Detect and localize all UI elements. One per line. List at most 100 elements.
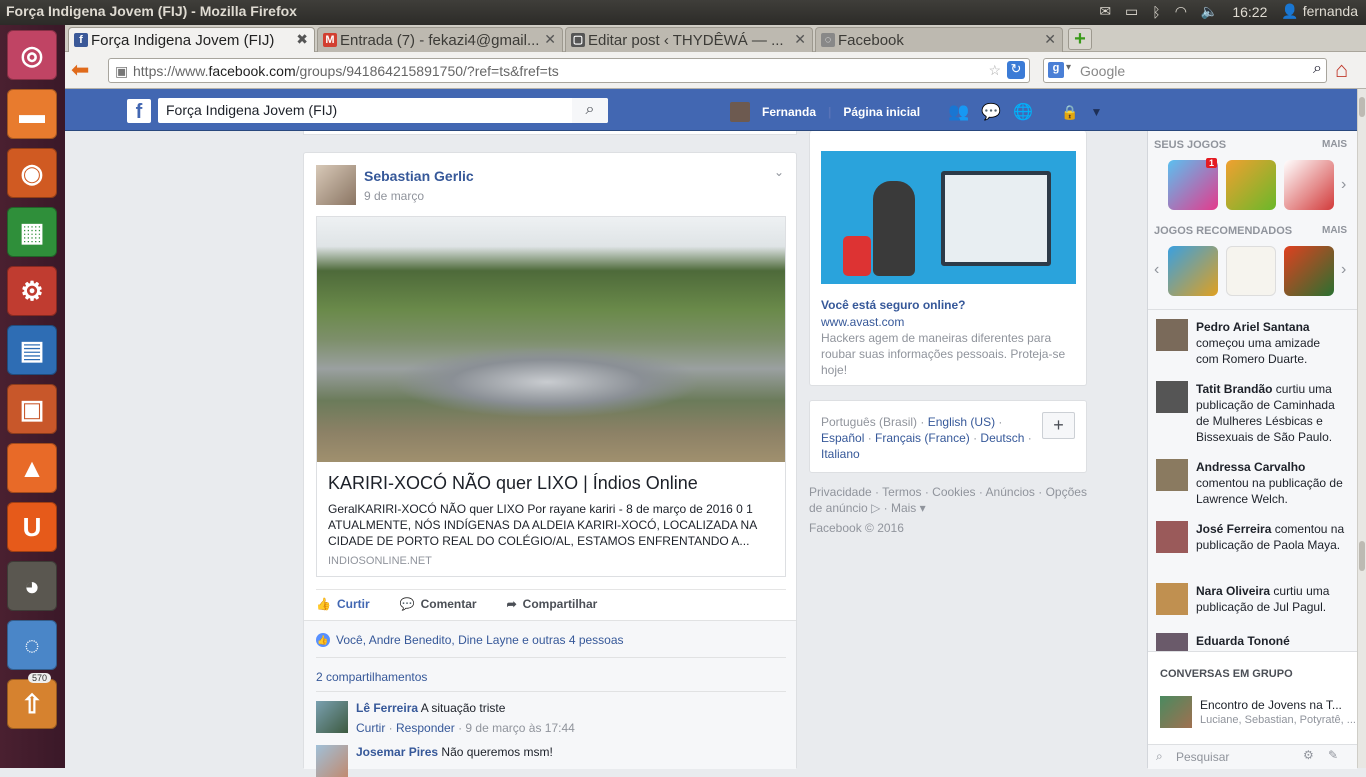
- ad-image[interactable]: [821, 151, 1076, 284]
- scrollbar-thumb[interactable]: [1359, 541, 1365, 571]
- link-title[interactable]: KARIRI-XOCÓ NÃO quer LIXO | Índios Onlin…: [328, 473, 778, 494]
- recommended-game-1[interactable]: [1168, 246, 1218, 296]
- language-link[interactable]: Español: [821, 431, 864, 445]
- chat-settings-gear-icon[interactable]: ⚙: [1303, 748, 1314, 762]
- add-language-button[interactable]: +: [1042, 412, 1075, 439]
- clock[interactable]: 16:22: [1232, 4, 1267, 20]
- scrollbar-thumb-top[interactable]: [1359, 97, 1365, 117]
- angry-birds-friends-game[interactable]: [1284, 246, 1334, 296]
- web-search-bar[interactable]: g ▾ Google ⌕: [1043, 58, 1327, 83]
- mail-icon[interactable]: ✉: [1099, 3, 1111, 20]
- language-link[interactable]: Deutsch: [980, 431, 1024, 445]
- new-tab-button[interactable]: +: [1068, 28, 1092, 50]
- monster-game[interactable]: [1226, 160, 1276, 210]
- notifications-globe-icon[interactable]: 🌐: [1013, 102, 1033, 122]
- bookmark-star-icon[interactable]: ☆: [988, 62, 1001, 79]
- likes-summary[interactable]: 👍 Você, Andre Benedito, Dine Layne e out…: [316, 633, 624, 647]
- chevron-right-icon[interactable]: ›: [1341, 261, 1346, 279]
- commenter-avatar[interactable]: [316, 745, 348, 777]
- ad-url[interactable]: www.avast.com: [821, 315, 904, 329]
- messages-icon[interactable]: 💬: [981, 102, 1001, 122]
- facebook-logo-icon[interactable]: f: [127, 99, 151, 123]
- tab-fij[interactable]: f Força Indigena Jovem (FIJ) ✖: [68, 27, 315, 52]
- comment-author[interactable]: Josemar Pires: [356, 745, 438, 759]
- bluetooth-icon[interactable]: ᛒ: [1152, 4, 1160, 20]
- comment-button[interactable]: 💬 Comentar: [400, 597, 477, 611]
- recommended-game-2[interactable]: [1226, 246, 1276, 296]
- share-button[interactable]: ➦ Compartilhar: [507, 597, 598, 611]
- language-link[interactable]: English (US): [928, 415, 995, 429]
- ticker-item[interactable]: Pedro Ariel Santana começou uma amizade …: [1156, 319, 1346, 367]
- url-bar[interactable]: ▣ https://www.facebook.com/groups/941864…: [108, 58, 1030, 83]
- language-link[interactable]: Italiano: [821, 447, 860, 461]
- footer-link[interactable]: Cookies: [932, 485, 975, 499]
- gimp-icon[interactable]: ◕: [7, 561, 57, 611]
- link-preview[interactable]: KARIRI-XOCÓ NÃO quer LIXO | Índios Onlin…: [316, 216, 786, 577]
- ticker-item[interactable]: Tatit Brandão curtiu uma publicação de C…: [1156, 381, 1346, 445]
- comment-like-link[interactable]: Curtir: [356, 721, 385, 735]
- home-link[interactable]: Página inicial: [843, 105, 920, 119]
- shares-count[interactable]: 2 compartilhamentos: [316, 670, 427, 684]
- spreadsheet-icon[interactable]: ▦: [7, 207, 57, 257]
- chevron-down-icon[interactable]: ▾: [1066, 62, 1071, 73]
- page-scrollbar[interactable]: [1357, 89, 1366, 768]
- home-icon[interactable]: ⌂: [1335, 57, 1348, 83]
- post-date[interactable]: 9 de março: [364, 189, 424, 203]
- footer-link[interactable]: Anúncios: [986, 485, 1035, 499]
- tab-wordpress[interactable]: ▢ Editar post ‹ THYDÊWÁ — ... ✕: [565, 27, 813, 52]
- close-icon[interactable]: ✖: [296, 31, 308, 48]
- tab-gmail[interactable]: M Entrada (7) - fekazi4@gmail... ✕: [317, 27, 563, 52]
- close-icon[interactable]: ✕: [1044, 31, 1056, 48]
- impress-icon[interactable]: ▣: [7, 384, 57, 434]
- writer-icon[interactable]: ▤: [7, 325, 57, 375]
- files-icon[interactable]: ▬: [7, 89, 57, 139]
- footer-link[interactable]: Privacidade: [809, 485, 872, 499]
- account-menu-chevron-icon[interactable]: ▼: [1091, 105, 1103, 119]
- author-avatar[interactable]: [316, 165, 356, 205]
- post-author[interactable]: Sebastian Gerlic: [364, 168, 474, 184]
- millionaire-city-game[interactable]: [1284, 160, 1334, 210]
- ticker-item[interactable]: Nara Oliveira curtiu uma publicação de J…: [1156, 583, 1346, 615]
- footer-link[interactable]: Termos: [882, 485, 921, 499]
- wifi-icon[interactable]: ◠: [1175, 3, 1187, 20]
- chevron-right-icon[interactable]: ›: [1341, 176, 1346, 194]
- google-icon[interactable]: g: [1048, 62, 1064, 78]
- facebook-search-input[interactable]: Força Indigena Jovem (FIJ): [158, 98, 608, 123]
- comment-time[interactable]: 9 de março às 17:44: [465, 721, 574, 735]
- update-manager-icon[interactable]: ⇧: [7, 679, 57, 729]
- likes-text[interactable]: Você, Andre Benedito, Dine Layne e outra…: [336, 633, 624, 647]
- ubuntu-dash-icon[interactable]: ◎: [7, 30, 57, 80]
- ad-title[interactable]: Você está seguro online?: [821, 298, 965, 312]
- firefox-icon[interactable]: ◉: [7, 148, 57, 198]
- post-options-chevron-icon[interactable]: ⌄: [774, 165, 784, 179]
- back-button[interactable]: ⬅: [71, 58, 89, 82]
- games-more-link[interactable]: MAIS: [1322, 139, 1347, 150]
- privacy-lock-icon[interactable]: 🔒: [1061, 104, 1078, 121]
- battery-icon[interactable]: ▭: [1125, 3, 1138, 20]
- close-icon[interactable]: ✕: [544, 31, 556, 48]
- profile-link[interactable]: Fernanda: [762, 105, 816, 119]
- user-menu[interactable]: 👤 fernanda: [1281, 3, 1358, 20]
- close-icon[interactable]: ✕: [794, 31, 806, 48]
- ubuntu-one-icon[interactable]: U: [7, 502, 57, 552]
- software-center-icon[interactable]: ▲: [7, 443, 57, 493]
- ticker-item[interactable]: José Ferreira comentou na publicação de …: [1156, 521, 1346, 553]
- recommended-more-link[interactable]: MAIS: [1322, 225, 1347, 236]
- like-button[interactable]: 👍 Curtir: [316, 597, 370, 611]
- search-icon[interactable]: ⌕: [1313, 60, 1322, 78]
- comment-author[interactable]: Lê Ferreira: [356, 701, 418, 715]
- settings-icon[interactable]: ⚙: [7, 266, 57, 316]
- new-message-icon[interactable]: ✎: [1328, 748, 1338, 762]
- language-link[interactable]: Français (France): [875, 431, 970, 445]
- chat-search-input[interactable]: ⌕ Pesquisar ⚙ ✎: [1148, 744, 1357, 769]
- reload-icon[interactable]: ↻: [1007, 61, 1025, 79]
- footer-link[interactable]: Mais: [891, 501, 916, 515]
- tab-facebook[interactable]: ◌ Facebook ✕: [815, 27, 1063, 52]
- site-identity-icon[interactable]: ▣: [115, 63, 128, 80]
- link-preview-image[interactable]: [317, 217, 785, 462]
- ticker-item[interactable]: Eduarda Tononé: [1156, 633, 1346, 651]
- ticker-item[interactable]: Andressa Carvalho comentou na publicação…: [1156, 459, 1346, 507]
- chevron-down-icon[interactable]: ▾: [920, 501, 926, 515]
- avatar[interactable]: [730, 102, 750, 122]
- friend-requests-icon[interactable]: 👥: [948, 102, 969, 122]
